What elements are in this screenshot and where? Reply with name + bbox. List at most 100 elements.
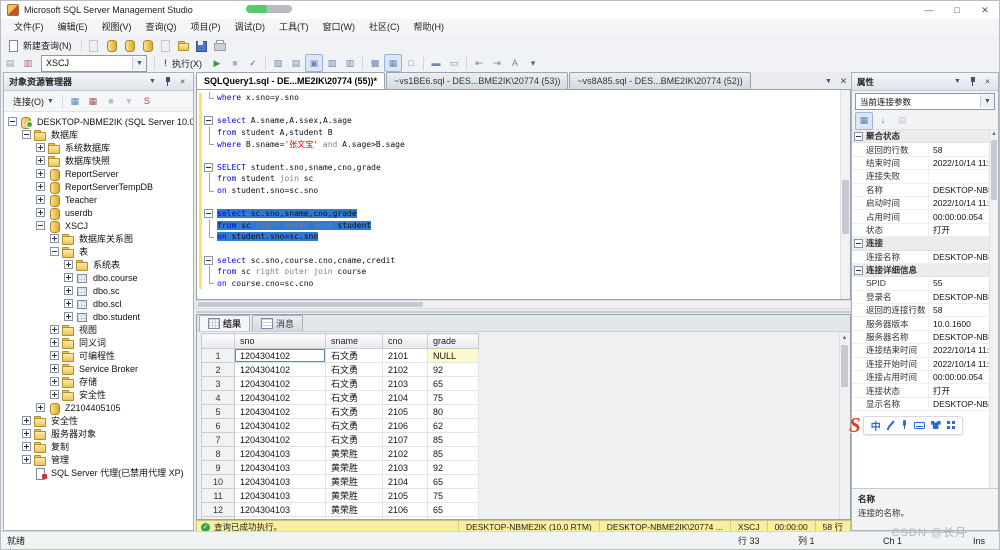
editor-results-splitter[interactable] [196, 311, 851, 313]
tree-item[interactable]: 表 [4, 245, 193, 258]
grid-cell[interactable]: 80 [428, 405, 479, 419]
grid-cell[interactable]: 92 [428, 363, 479, 377]
results-vertical-scrollbar[interactable]: ▲ [839, 333, 849, 519]
pin-icon[interactable] [160, 75, 175, 89]
grid-cell[interactable]: 1204304103 [235, 447, 326, 461]
tree-item[interactable]: userdb [4, 206, 193, 219]
expander-icon[interactable] [854, 266, 863, 275]
grid-cell[interactable]: 2105 [383, 489, 428, 503]
editor-horizontal-scrollbar[interactable] [196, 300, 851, 309]
expander-icon[interactable] [36, 182, 45, 191]
property-row[interactable]: 启动时间2022/10/14 11:55: [852, 197, 998, 210]
toolbar-overflow-icon[interactable] [229, 36, 247, 54]
parse-query-icon[interactable]: ✓ [244, 54, 262, 72]
tree-item[interactable]: dbo.student [4, 310, 193, 323]
alphabetical-icon[interactable]: ↓ [874, 112, 892, 130]
grid-cell[interactable]: 75 [428, 391, 479, 405]
categorized-icon[interactable]: ▦ [855, 112, 873, 130]
property-row[interactable]: SPID55 [852, 277, 998, 290]
expander-icon[interactable] [22, 429, 31, 438]
results-to-file-icon[interactable]: □ [402, 54, 420, 72]
comment-selection-icon[interactable]: ▬ [427, 54, 445, 72]
grid-cell[interactable]: 2104 [383, 475, 428, 489]
grid-cell[interactable]: 75 [428, 489, 479, 503]
blank-page-icon[interactable] [157, 36, 175, 54]
grid-cell[interactable]: 65 [428, 377, 479, 391]
tab-vs1be6[interactable]: ~vs1BE6.sql - DES...BME2IK\20774 (53)) [386, 72, 568, 89]
close-panel-icon[interactable]: ✕ [980, 75, 995, 89]
row-number[interactable]: 10 [202, 475, 235, 489]
column-header-cno[interactable]: cno [383, 334, 428, 349]
row-number[interactable]: 2 [202, 363, 235, 377]
specify-template-values-icon[interactable]: ▣ [305, 54, 323, 72]
code-line[interactable]: where x.sno=y.sno [204, 92, 836, 104]
grid-cell[interactable]: 85 [428, 447, 479, 461]
grid-cell[interactable]: NULL [428, 349, 479, 363]
debug-play-icon[interactable]: ▶ [208, 54, 226, 72]
tree-item[interactable]: 存储 [4, 375, 193, 388]
grid-cell[interactable]: 65 [428, 475, 479, 489]
query-options-icon[interactable]: ▧ [269, 54, 287, 72]
ime-language-icon[interactable]: 中 [871, 418, 881, 433]
skin-icon[interactable] [931, 421, 941, 429]
handwriting-pen-icon[interactable] [887, 420, 895, 430]
keyboard-icon[interactable] [914, 422, 925, 429]
grid-cell[interactable]: 1204304103 [235, 489, 326, 503]
database-combo[interactable]: XSCJ ▼ [41, 55, 147, 72]
expander-icon[interactable] [22, 455, 31, 464]
grid-cell[interactable]: 2106 [383, 419, 428, 433]
increase-indent-icon[interactable]: ⇥ [488, 54, 506, 72]
grid-cell[interactable]: 石文勇 [326, 405, 383, 419]
row-number[interactable]: 3 [202, 377, 235, 391]
results-to-grid-icon[interactable]: ▦ [384, 54, 402, 72]
decrease-indent-icon[interactable]: ⇤ [470, 54, 488, 72]
property-category[interactable]: 聚合状态 [852, 130, 998, 143]
editor-vertical-scrollbar[interactable] [840, 90, 850, 299]
connect-button[interactable]: 连接(O) ▼ [8, 92, 59, 110]
code-line[interactable]: on student.sno=sc.sno [204, 231, 836, 243]
row-number[interactable]: 9 [202, 461, 235, 475]
profiler-icon[interactable]: ▥ [19, 54, 37, 72]
scrollbar-thumb[interactable] [198, 302, 423, 307]
code-line[interactable]: select sc.sno,sname,cno,grade [204, 208, 836, 220]
scrollbar-thumb[interactable] [842, 180, 849, 234]
open-file-icon[interactable] [175, 36, 193, 54]
property-row[interactable]: 结束时间2022/10/14 11:55: [852, 157, 998, 170]
expander-icon[interactable] [22, 130, 31, 139]
close-panel-icon[interactable]: ✕ [175, 75, 190, 89]
grid-cell[interactable]: 1204304102 [235, 405, 326, 419]
menu-item[interactable]: 工具(T) [272, 20, 316, 35]
property-category[interactable]: 连接详细信息 [852, 264, 998, 277]
property-row[interactable]: 状态打开 [852, 224, 998, 237]
tree-item[interactable]: 服务器对象 [4, 427, 193, 440]
column-header-sno[interactable]: sno [235, 334, 326, 349]
expander-icon[interactable] [854, 239, 863, 248]
tab-messages[interactable]: 消息 [252, 315, 303, 331]
tree-item[interactable]: 数据库 [4, 128, 193, 141]
grid-cell[interactable]: 92 [428, 461, 479, 475]
row-number[interactable]: 6 [202, 419, 235, 433]
expander-icon[interactable] [50, 390, 59, 399]
grid-cell[interactable]: 黄荣胜 [326, 447, 383, 461]
grid-cell[interactable]: 石文勇 [326, 391, 383, 405]
restore-button[interactable]: □ [943, 1, 971, 19]
property-category[interactable]: 连接 [852, 237, 998, 250]
tree-item[interactable]: ReportServerTempDB [4, 180, 193, 193]
execute-button[interactable]: ! 执行(X) [158, 54, 208, 72]
expander-icon[interactable] [64, 299, 73, 308]
tree-item[interactable]: 数据库快照 [4, 154, 193, 167]
code-line[interactable] [204, 196, 836, 208]
grid-cell[interactable]: 1204304102 [235, 377, 326, 391]
row-number[interactable]: 4 [202, 391, 235, 405]
expander-icon[interactable] [50, 338, 59, 347]
property-row[interactable]: 显示名称DESKTOP-NBME2IK [852, 398, 998, 411]
row-number[interactable]: 7 [202, 433, 235, 447]
tree-item[interactable]: Z2104405105 [4, 401, 193, 414]
window-position-icon[interactable]: ▼ [145, 75, 160, 89]
tree-item[interactable]: SQL Server 代理(已禁用代理 XP) [4, 466, 193, 479]
grid-cell[interactable]: 1204304102 [235, 349, 326, 363]
font-color-icon[interactable]: A [506, 54, 524, 72]
connect-server-icon[interactable]: ▦ [66, 92, 84, 110]
row-number[interactable]: 12 [202, 503, 235, 517]
property-pages-icon[interactable]: ▤ [893, 112, 911, 130]
